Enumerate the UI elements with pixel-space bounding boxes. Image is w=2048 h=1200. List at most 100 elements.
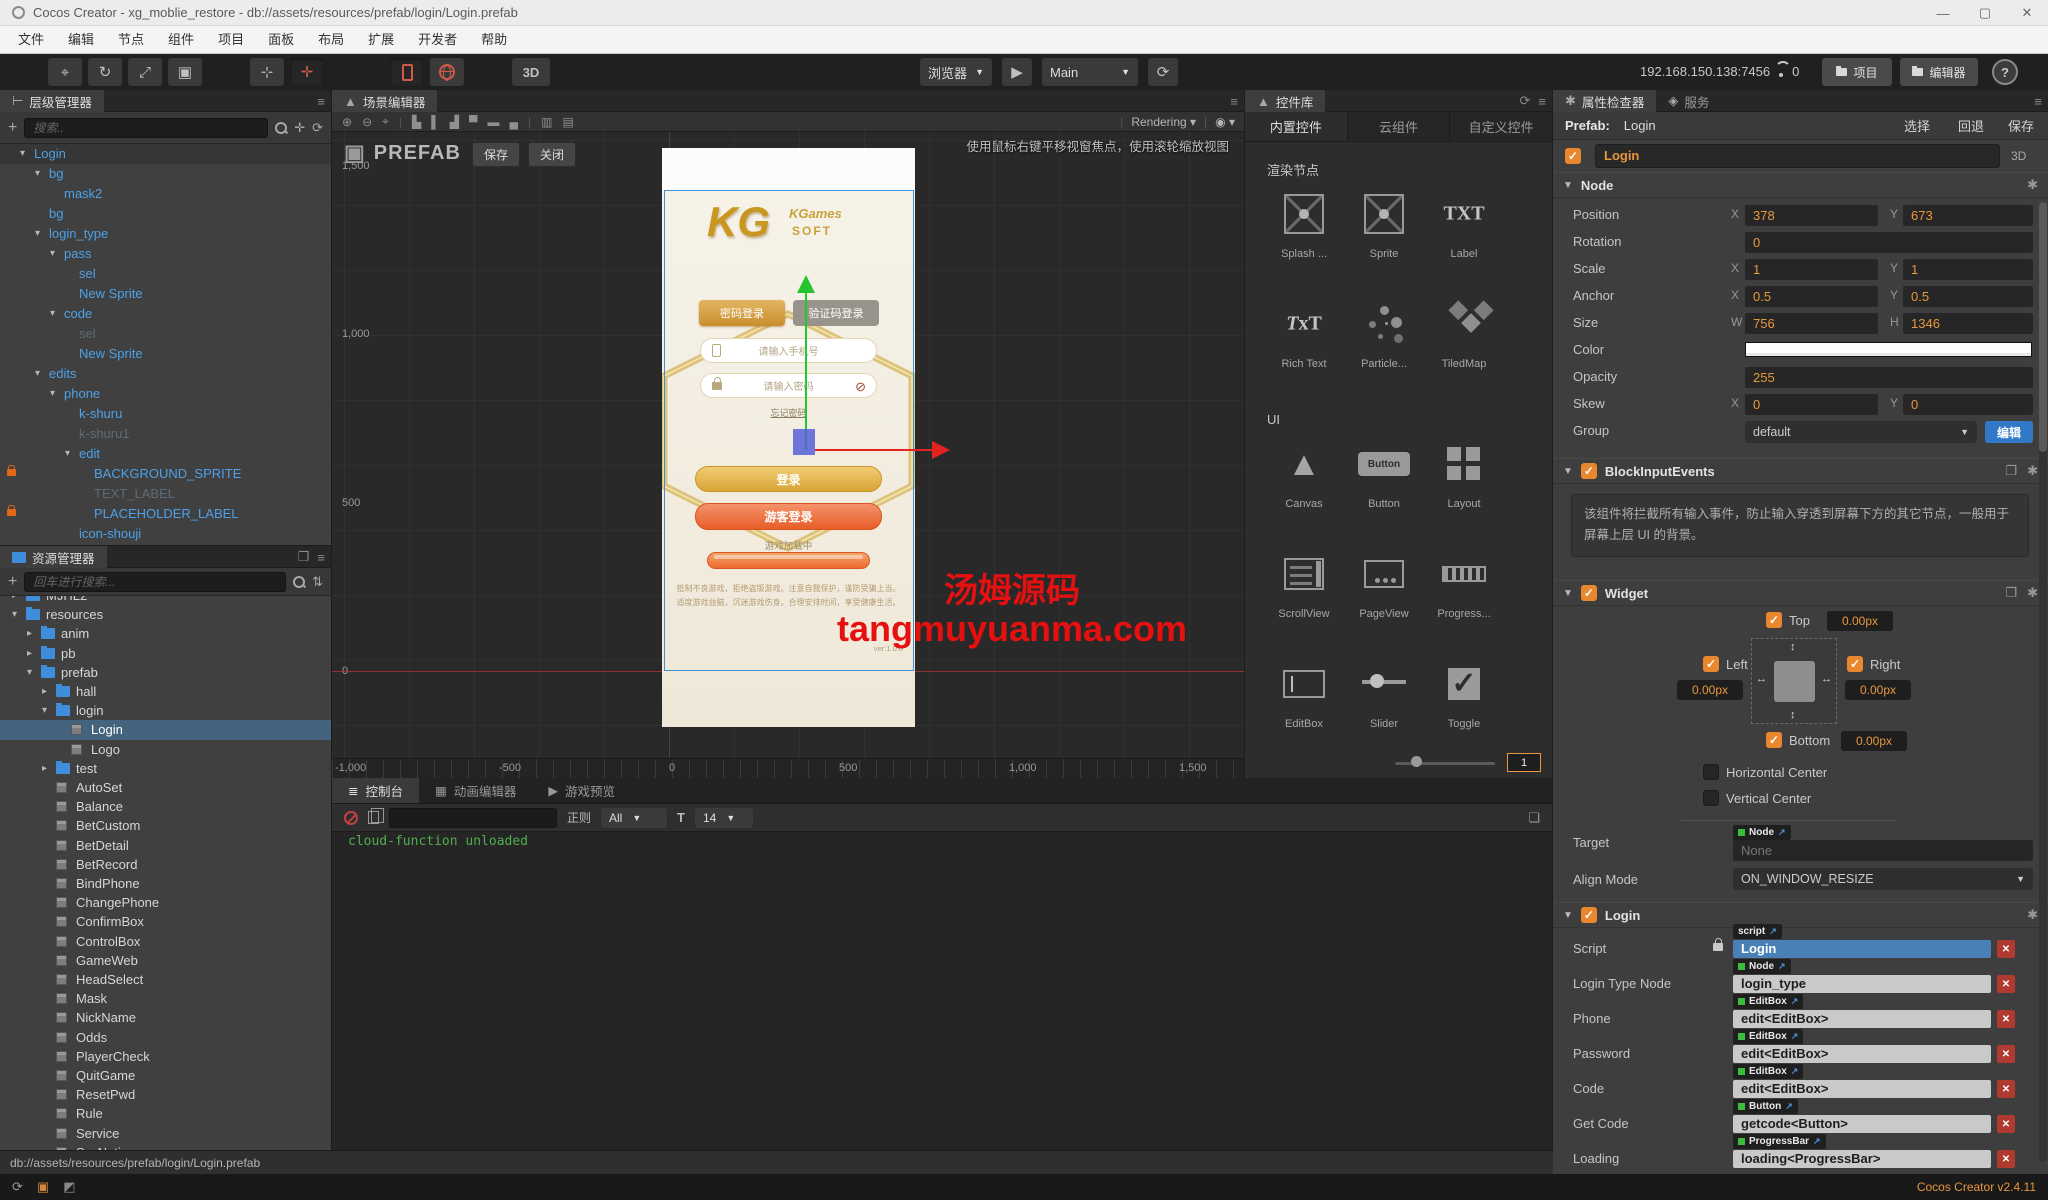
gear-icon[interactable]: ✱ — [2027, 463, 2038, 479]
library-item[interactable]: Layout — [1424, 440, 1504, 516]
library-item[interactable]: Button Button — [1344, 440, 1424, 516]
asset-item[interactable]: GameWeb — [0, 951, 331, 971]
menu-item[interactable]: 帮助 — [469, 26, 519, 54]
popout-icon[interactable]: ❐ — [298, 549, 310, 565]
asset-item[interactable]: ▾ resources — [0, 605, 331, 625]
copy-icon[interactable]: ❐ — [2005, 585, 2017, 601]
remove-ref-button[interactable]: ✕ — [1997, 1115, 2015, 1133]
expand-arrow-icon[interactable]: ▾ — [20, 144, 25, 164]
gear-icon[interactable]: ✱ — [2027, 177, 2038, 193]
world-view-button[interactable] — [430, 58, 464, 86]
remove-ref-button[interactable]: ✕ — [1997, 1080, 2015, 1098]
skew-y-field[interactable]: 0 — [1903, 394, 2033, 415]
asset-item[interactable]: ConfirmBox — [0, 912, 331, 932]
asset-item[interactable]: PlayerCheck — [0, 1047, 331, 1067]
prefab-select-button[interactable]: 选择 — [1904, 116, 1930, 135]
ref-field[interactable]: Login — [1733, 940, 1991, 958]
hierarchy-node[interactable]: TEXT_LABEL — [0, 484, 331, 504]
node-section-header[interactable]: ▼ Node ✱ — [1553, 172, 2048, 198]
hierarchy-node[interactable]: New Sprite — [0, 284, 331, 304]
tab-service[interactable]: ◈ 服务 — [1656, 90, 1721, 112]
library-item[interactable]: TXT Label — [1424, 190, 1504, 266]
expand-arrow-icon[interactable]: ▸ — [42, 759, 47, 779]
ref-field[interactable]: edit<EditBox> — [1733, 1010, 1991, 1028]
library-item[interactable]: ScrollView — [1264, 550, 1344, 626]
component-enabled-checkbox[interactable]: ✓ — [1580, 585, 1597, 601]
log-level-select[interactable]: All ▼ — [601, 807, 668, 828]
asset-item[interactable]: Balance — [0, 797, 331, 817]
asset-item[interactable]: ▸ test — [0, 759, 331, 779]
menu-item[interactable]: 编辑 — [56, 26, 106, 54]
rendering-select[interactable]: Rendering ▾ — [1131, 115, 1196, 129]
gizmo-x-arrowhead[interactable] — [932, 441, 950, 459]
tab-scene-editor[interactable]: ▲ 场景编辑器 — [332, 90, 438, 112]
prefab-revert-button[interactable]: 回退 — [1958, 116, 1984, 135]
menu-item[interactable]: 面板 — [256, 26, 306, 54]
align-mode-select[interactable]: ON_WINDOW_RESIZE ▼ — [1733, 868, 2033, 890]
ref-field[interactable]: edit<EditBox> — [1733, 1080, 1991, 1098]
hierarchy-node[interactable]: icon-shouji — [0, 524, 331, 544]
expand-arrow-icon[interactable]: ▾ — [35, 224, 40, 244]
copy-icon[interactable]: ❐ — [2005, 463, 2017, 479]
sort-icon[interactable]: ⇅ — [312, 574, 323, 590]
add-node-button[interactable]: + — [8, 119, 17, 137]
library-item[interactable]: Toggle — [1424, 660, 1504, 736]
panel-menu-icon[interactable]: ≡ — [2034, 94, 2042, 109]
hierarchy-node[interactable]: ▾ login_type — [0, 224, 331, 244]
message-icon[interactable]: ◩ — [63, 1179, 75, 1195]
hierarchy-node[interactable]: k-shuru — [0, 404, 331, 424]
menu-item[interactable]: 节点 — [106, 26, 156, 54]
zoom-in-icon[interactable]: ⊕ — [342, 115, 352, 129]
expand-arrow-icon[interactable]: ▾ — [35, 164, 40, 184]
hierarchy-node[interactable]: ▾ edits — [0, 364, 331, 384]
asset-item[interactable]: ▸ pb — [0, 644, 331, 664]
help-button[interactable]: ? — [1992, 59, 2018, 85]
scale-y-field[interactable]: 1 — [1903, 259, 2033, 280]
library-tab[interactable]: 云组件 — [1347, 112, 1451, 141]
align-left-icon[interactable]: ▙ — [412, 115, 421, 129]
menu-item[interactable]: 项目 — [206, 26, 256, 54]
widget-top-field[interactable]: 0.00px — [1827, 611, 1893, 631]
gizmo-y-arrowhead[interactable] — [797, 275, 815, 293]
library-zoom-value[interactable]: 1 — [1507, 753, 1541, 772]
assets-search-input[interactable] — [24, 571, 287, 592]
expand-arrow-icon[interactable]: ▾ — [27, 663, 32, 683]
asset-item[interactable]: Login — [0, 720, 331, 741]
refresh-icon[interactable]: ⟳ — [1520, 93, 1531, 109]
scale-tool-button[interactable]: ⤢ — [128, 58, 162, 86]
tab-hierarchy[interactable]: ⊢ 层级管理器 — [0, 90, 104, 112]
group-select[interactable]: default ▼ — [1745, 421, 1977, 443]
asset-item[interactable]: HeadSelect — [0, 970, 331, 990]
menu-item[interactable]: 组件 — [156, 26, 206, 54]
remove-ref-button[interactable]: ✕ — [1997, 1045, 2015, 1063]
asset-item[interactable]: BindPhone — [0, 874, 331, 894]
library-tab[interactable]: 自定义控件 — [1450, 112, 1552, 141]
menu-item[interactable]: 布局 — [306, 26, 356, 54]
widget-left-checkbox[interactable]: ✓ — [1703, 656, 1719, 672]
library-item[interactable]: TxT Rich Text — [1264, 300, 1344, 376]
asset-item[interactable]: BetCustom — [0, 816, 331, 836]
ref-field[interactable]: login_type — [1733, 975, 1991, 993]
export-log-icon[interactable]: ❏ — [1528, 810, 1540, 826]
ref-field[interactable]: getcode<Button> — [1733, 1115, 1991, 1133]
hierarchy-node[interactable]: k-shuru1 — [0, 424, 331, 444]
scene-select[interactable]: Main ▼ — [1042, 58, 1138, 86]
hierarchy-node[interactable]: bg — [0, 204, 331, 224]
hierarchy-node[interactable]: sel — [0, 264, 331, 284]
hierarchy-node[interactable]: ▾ bg — [0, 164, 331, 184]
hierarchy-node[interactable]: ▾ Login — [0, 144, 331, 164]
block-input-events-header[interactable]: ▼ ✓ BlockInputEvents ❐ ✱ — [1553, 458, 2048, 484]
search-icon[interactable] — [275, 121, 288, 134]
asset-item[interactable]: Mask — [0, 989, 331, 1009]
asset-item[interactable]: ResetPwd — [0, 1085, 331, 1105]
library-item[interactable]: EditBox — [1264, 660, 1344, 736]
widget-bottom-field[interactable]: 0.00px — [1841, 731, 1907, 751]
hierarchy-node[interactable]: New Sprite — [0, 344, 331, 364]
inspector-scrollbar-thumb[interactable] — [2039, 202, 2047, 452]
asset-item[interactable]: Logo — [0, 740, 331, 760]
color-swatch[interactable] — [1745, 342, 2032, 357]
library-zoom-knob[interactable] — [1411, 756, 1422, 767]
gizmo-y-axis[interactable] — [805, 292, 807, 450]
rotate-tool-button[interactable]: ↻ — [88, 58, 122, 86]
library-item[interactable]: Slider — [1344, 660, 1424, 736]
